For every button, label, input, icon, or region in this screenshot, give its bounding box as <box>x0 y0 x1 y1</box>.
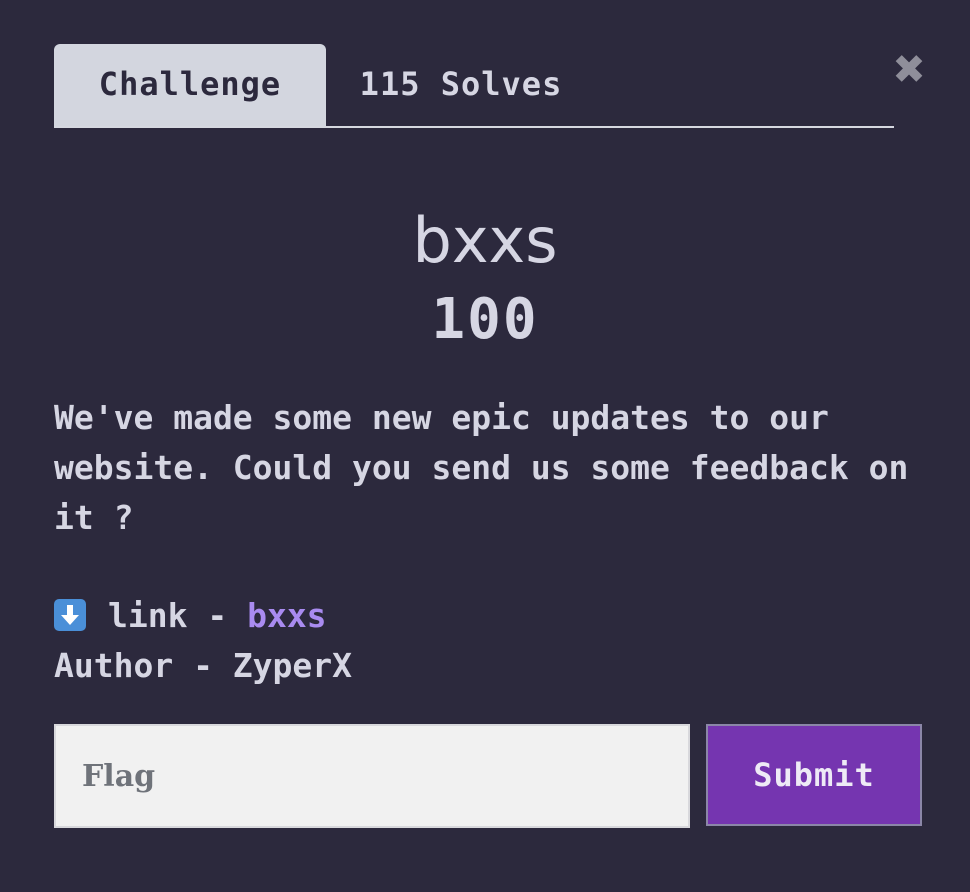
author-line: Author - ZyperX <box>54 646 353 685</box>
link-prefix: link - <box>108 596 248 635</box>
close-icon[interactable]: ✖ <box>890 50 928 90</box>
submit-button[interactable]: Submit <box>706 724 922 826</box>
challenge-link-line: link - bxxs <box>54 592 327 640</box>
challenge-value: 100 <box>431 287 539 352</box>
challenge-name: bxxs <box>412 204 558 277</box>
flag-input[interactable] <box>54 724 690 828</box>
tab-challenge[interactable]: Challenge <box>54 44 326 126</box>
challenge-description: We've made some new epic updates to our … <box>54 398 909 537</box>
challenge-modal: Challenge 115 Solves ✖ bxxs 100 We've ma… <box>0 0 970 892</box>
down-arrow-icon <box>54 599 86 631</box>
challenge-tabs: Challenge 115 Solves <box>54 44 894 128</box>
tab-solves[interactable]: 115 Solves <box>326 44 596 126</box>
challenge-link[interactable]: bxxs <box>247 596 326 635</box>
